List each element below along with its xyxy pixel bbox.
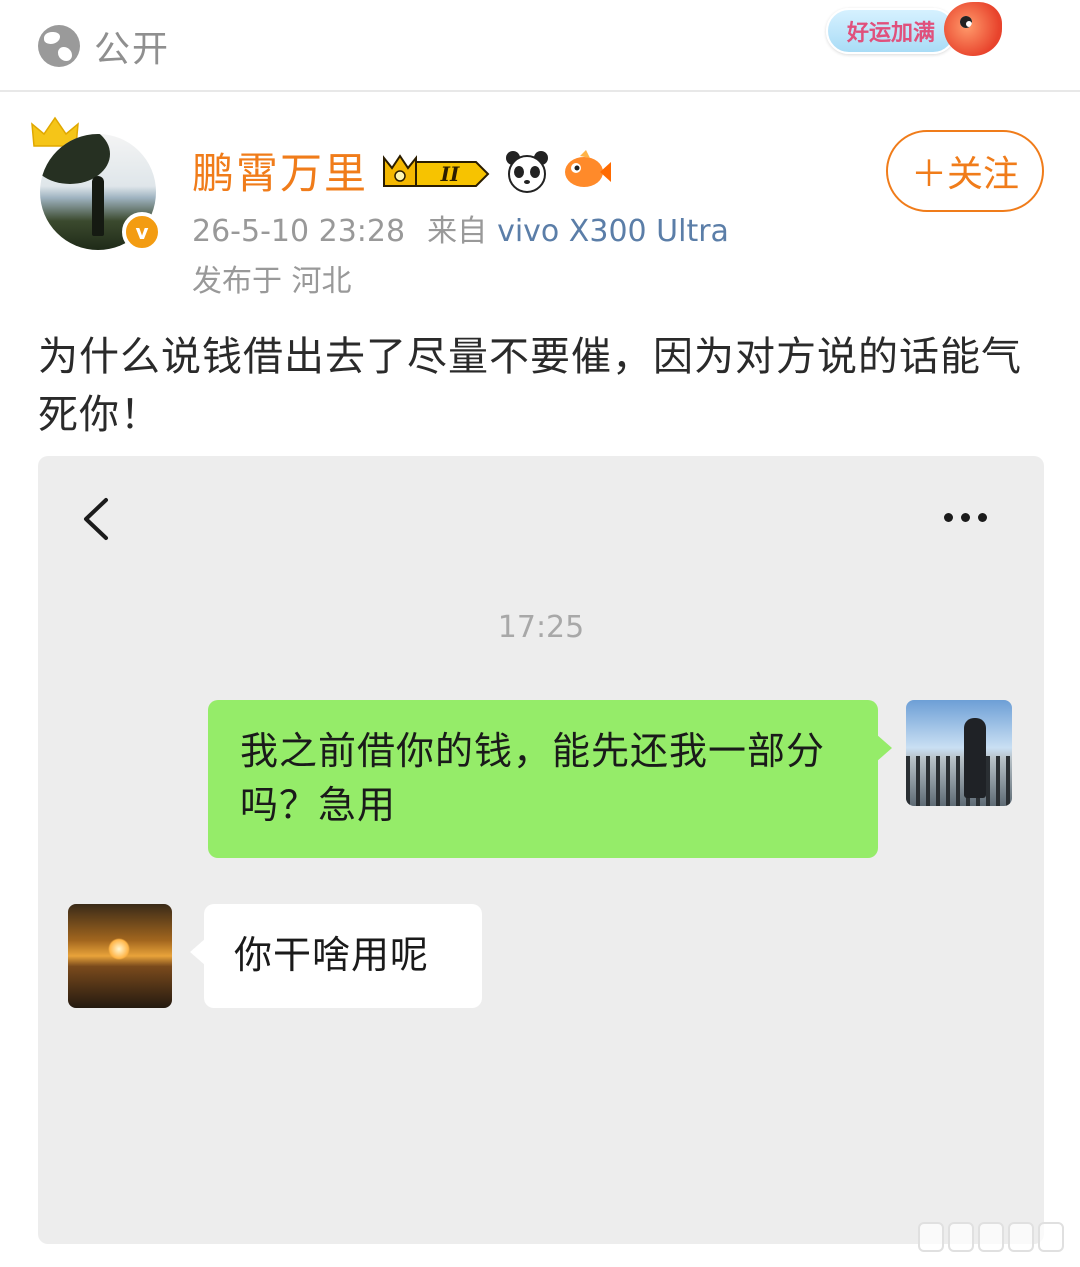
sent-message-bubble: 我之前借你的钱，能先还我一部分吗？急用 <box>208 700 892 858</box>
post-header: v 鹏霄万里 II 26-5-10 23:28 来自 vivo X300 Ult… <box>0 92 1080 322</box>
post-location: 发布于 河北 <box>192 264 352 299</box>
device-link[interactable]: vivo X300 Ultra <box>497 214 729 249</box>
verified-badge-icon: v <box>122 212 162 252</box>
globe-icon <box>38 25 80 67</box>
luck-badge[interactable]: 好运加满 <box>826 2 1004 62</box>
more-options-icon <box>944 508 998 526</box>
chat-screenshot[interactable]: 17:25 我之前借你的钱，能先还我一部分吗？急用 你干啥用呢 <box>38 456 1044 1244</box>
visibility-indicator[interactable]: 公开 <box>38 20 170 72</box>
receiver-avatar <box>68 904 172 1008</box>
watermark <box>918 1222 1070 1258</box>
follow-button[interactable]: ＋关注 <box>886 130 1044 212</box>
username[interactable]: 鹏霄万里 <box>192 140 368 201</box>
back-arrow-icon <box>78 494 114 544</box>
source-prefix: 来自 <box>427 214 488 249</box>
post-timestamp: 26-5-10 23:28 <box>192 214 406 249</box>
post-body-text: 为什么说钱借出去了尽量不要催，因为对方说的话能气死你！ <box>38 334 1022 438</box>
author-avatar-wrap[interactable]: v <box>30 116 162 256</box>
received-message-bubble: 你干啥用呢 <box>190 904 482 1008</box>
chat-time: 17:25 <box>497 610 585 645</box>
panda-icon[interactable] <box>504 149 550 193</box>
sender-avatar <box>906 700 1012 806</box>
fish-badge-icon[interactable] <box>562 149 612 192</box>
fish-mascot-icon <box>944 2 1002 56</box>
visibility-label: 公开 <box>94 29 171 70</box>
post-meta: 26-5-10 23:28 来自 vivo X300 Ultra <box>192 206 729 250</box>
top-bar: 公开 好运加满 <box>0 0 1080 92</box>
luck-badge-text: 好运加满 <box>826 8 956 54</box>
level-badge-icon[interactable]: II <box>380 150 492 192</box>
name-row: 鹏霄万里 II <box>192 140 612 201</box>
level-text: II <box>440 162 460 186</box>
